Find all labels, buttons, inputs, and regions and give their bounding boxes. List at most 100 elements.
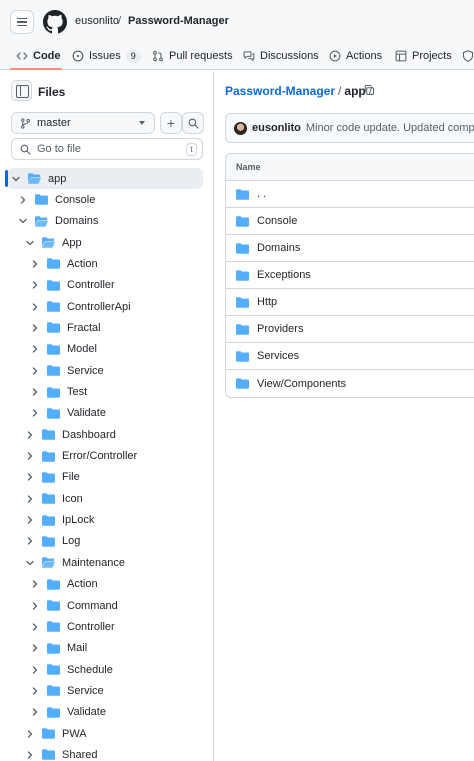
tree-item[interactable]: Model: [0, 339, 213, 360]
tree-item-label: Domains: [55, 215, 99, 228]
tree-item[interactable]: Controller: [0, 616, 213, 637]
chevron-right-icon[interactable]: [31, 644, 39, 652]
table-row[interactable]: View/Components: [226, 370, 474, 397]
chevron-right-icon[interactable]: [26, 729, 34, 738]
tree-item[interactable]: Action: [0, 574, 213, 595]
row-name-link[interactable]: Exceptions: [257, 269, 311, 281]
tree-item[interactable]: Action: [0, 253, 213, 274]
github-logo-icon[interactable]: [43, 10, 67, 34]
row-name-link[interactable]: . .: [257, 188, 266, 200]
avatar[interactable]: [234, 121, 247, 135]
tree-item[interactable]: Error/Controller: [0, 446, 213, 467]
branch-select-button[interactable]: master: [11, 112, 155, 134]
tree-item[interactable]: Controller: [0, 275, 213, 296]
row-name-link[interactable]: Providers: [257, 323, 303, 335]
table-row[interactable]: Services: [226, 343, 474, 370]
repo-owner-link[interactable]: eusonlito: [75, 15, 119, 27]
tree-item[interactable]: Validate: [0, 702, 213, 723]
tree-item-label: Console: [55, 193, 96, 206]
plus-icon: +: [166, 115, 176, 131]
tree-item[interactable]: File: [0, 467, 213, 488]
table-row[interactable]: Exceptions: [226, 262, 474, 289]
table-row[interactable]: . .: [226, 181, 474, 208]
collapse-sidebar-button[interactable]: [11, 80, 32, 101]
chevron-right-icon[interactable]: [26, 495, 34, 503]
tree-item[interactable]: Console: [0, 189, 213, 210]
chevron-right-icon[interactable]: [26, 452, 34, 460]
row-name-link[interactable]: Console: [257, 215, 297, 227]
chevron-right-icon[interactable]: [31, 580, 39, 588]
tree-item[interactable]: Schedule: [0, 659, 213, 680]
tree-item-label: App: [62, 236, 82, 249]
tab-issues[interactable]: Issues 9: [72, 46, 141, 66]
chevron-right-icon[interactable]: [31, 601, 39, 610]
chevron-right-icon[interactable]: [31, 366, 39, 375]
go-to-file-input[interactable]: Go to file t: [11, 138, 203, 160]
chevron-right-icon[interactable]: [26, 537, 34, 546]
path-repo-link[interactable]: Password-Manager: [225, 84, 335, 98]
tree-item[interactable]: ControllerApi: [0, 296, 213, 317]
tree-item[interactable]: Test: [0, 382, 213, 403]
tree-item[interactable]: Validate: [0, 403, 213, 424]
security-icon: [462, 50, 474, 62]
tree-item[interactable]: Service: [0, 680, 213, 701]
chevron-right-icon[interactable]: [31, 324, 39, 332]
search-files-button[interactable]: [182, 112, 204, 134]
tree-item[interactable]: Icon: [0, 488, 213, 509]
tree-item[interactable]: Log: [0, 531, 213, 552]
tree-item[interactable]: Shared: [0, 744, 213, 761]
chevron-down-icon[interactable]: [26, 559, 34, 567]
tree-item-label: ControllerApi: [67, 300, 131, 313]
tree-item[interactable]: PWA: [0, 723, 213, 744]
table-row[interactable]: Console: [226, 208, 474, 235]
tab-code[interactable]: Code: [16, 46, 61, 66]
row-name-link[interactable]: Services: [257, 350, 299, 362]
chevron-right-icon[interactable]: [31, 623, 39, 631]
tree-item[interactable]: Fractal: [0, 317, 213, 338]
tree-item[interactable]: IpLock: [0, 510, 213, 531]
chevron-right-icon[interactable]: [31, 302, 39, 311]
tree-item[interactable]: Service: [0, 360, 213, 381]
repo-name-link[interactable]: Password-Manager: [128, 15, 229, 27]
chevron-right-icon[interactable]: [31, 388, 39, 396]
tree-item[interactable]: Dashboard: [0, 424, 213, 445]
tree-item[interactable]: app: [7, 168, 203, 189]
chevron-right-icon[interactable]: [31, 409, 39, 417]
tab-overflow[interactable]: [462, 46, 474, 66]
tab-label: Actions: [346, 50, 383, 62]
menu-button[interactable]: [10, 10, 34, 34]
chevron-right-icon[interactable]: [31, 260, 39, 268]
chevron-down-icon[interactable]: [19, 217, 27, 225]
tab-projects[interactable]: Projects: [395, 46, 452, 66]
tab-pull-requests[interactable]: Pull requests: [152, 46, 233, 66]
chevron-right-icon[interactable]: [26, 751, 34, 759]
row-name-link[interactable]: Http: [257, 296, 277, 308]
tree-item[interactable]: Mail: [0, 638, 213, 659]
row-name-link[interactable]: Domains: [257, 242, 300, 254]
tab-actions[interactable]: Actions: [329, 46, 382, 66]
tree-item[interactable]: Maintenance: [0, 552, 213, 573]
chevron-right-icon[interactable]: [26, 516, 34, 524]
chevron-right-icon[interactable]: [31, 708, 39, 716]
tree-item[interactable]: Command: [0, 595, 213, 616]
chevron-right-icon[interactable]: [26, 473, 34, 482]
table-row[interactable]: Providers: [226, 316, 474, 343]
copy-path-icon[interactable]: [363, 84, 375, 96]
row-name-link[interactable]: View/Components: [257, 378, 346, 390]
table-row[interactable]: Http: [226, 289, 474, 316]
chevron-right-icon[interactable]: [31, 345, 39, 353]
chevron-right-icon[interactable]: [31, 281, 39, 289]
commit-author-link[interactable]: eusonlito: [252, 122, 301, 134]
chevron-right-icon[interactable]: [31, 687, 39, 695]
tree-item[interactable]: Domains: [0, 211, 213, 232]
chevron-right-icon[interactable]: [26, 431, 34, 439]
tree-item[interactable]: App: [0, 232, 213, 253]
chevron-down-icon[interactable]: [26, 239, 34, 247]
tab-discussions[interactable]: Discussions: [243, 46, 319, 66]
table-row[interactable]: Domains: [226, 235, 474, 262]
commit-message-link[interactable]: Minor code update. Updated composer p: [306, 122, 474, 134]
chevron-right-icon[interactable]: [31, 665, 39, 674]
add-file-button[interactable]: +: [160, 112, 182, 134]
chevron-down-icon[interactable]: [12, 175, 20, 183]
chevron-right-icon[interactable]: [19, 196, 27, 204]
